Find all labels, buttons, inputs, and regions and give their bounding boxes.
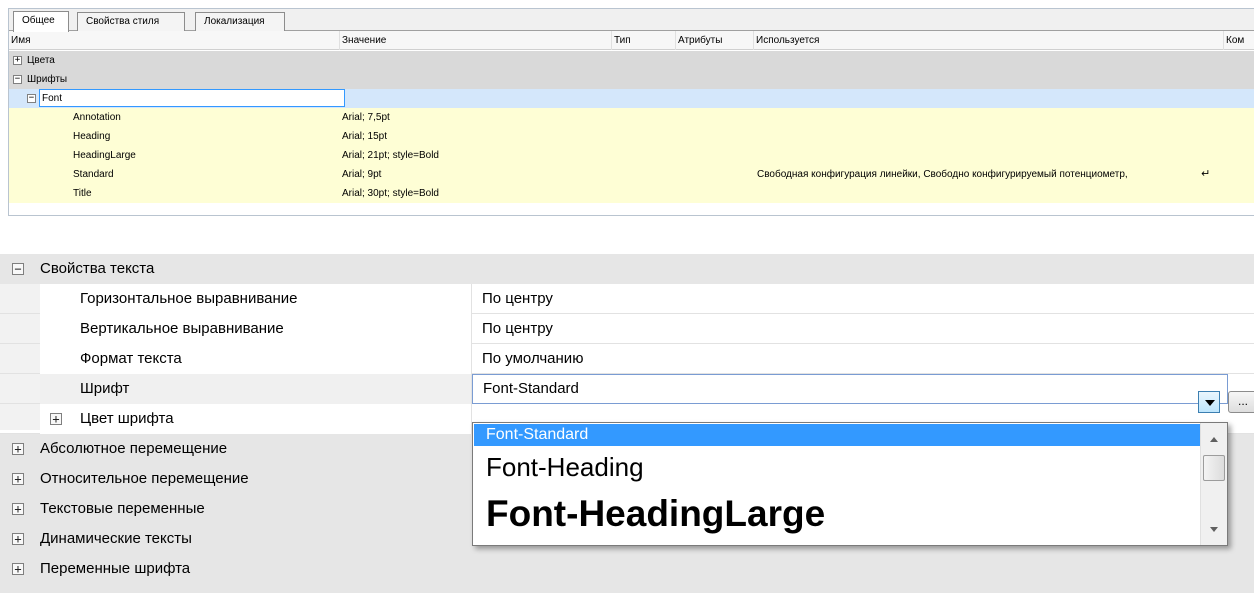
property-row-font[interactable]: Шрифт Font-Standard [0,374,1254,404]
category-label: Текстовые переменные [40,500,205,517]
row-value: Arial; 21pt; style=Bold [342,150,439,161]
property-row-text-format[interactable]: Формат текста По умолчанию [0,344,1254,374]
dropdown-option-font-heading-large[interactable]: Font-HeadingLarge [474,489,1200,539]
row-name: Heading [73,131,111,142]
expand-icon[interactable]: + [12,473,24,485]
scroll-down-icon [1210,527,1218,532]
group-label: Шрифты [27,74,68,85]
dropdown-option-font-heading[interactable]: Font-Heading [474,449,1200,485]
expand-icon[interactable]: + [12,503,24,515]
font-combobox-value: Font-Standard [483,380,579,397]
group-row-fonts[interactable]: − Шрифты [9,70,1254,89]
font-combobox[interactable]: Font-Standard [472,374,1228,404]
column-header-type[interactable]: Тип [611,31,675,50]
scroll-thumb[interactable] [1203,455,1225,481]
row-value: Arial; 9pt [342,169,382,180]
category-font-variables[interactable]: + Переменные шрифта [0,554,1254,593]
tab-style-properties[interactable]: Свойства стиля [77,12,185,31]
font-dropdown-list[interactable]: Font-Standard Font-Heading Font-HeadingL… [472,422,1228,546]
column-header-used[interactable]: Используется [753,31,1223,50]
grid-header: Имя Значение Тип Атрибуты Используется К… [9,31,1254,50]
expand-icon[interactable]: + [50,413,62,425]
expand-icon[interactable]: + [13,56,22,65]
group-label: Цвета [27,55,55,66]
property-label: Шрифт [80,380,130,397]
table-row[interactable]: Annotation Arial; 7,5pt [9,108,1254,127]
property-row-h-align[interactable]: Горизонтальное выравнивание По центру [0,284,1254,314]
category-label: Переменные шрифта [40,560,191,577]
row-value: Arial; 30pt; style=Bold [342,188,439,199]
category-label: Свойства текста [40,260,155,277]
tab-general[interactable]: Общее [13,11,69,32]
dropdown-scrollbar[interactable] [1200,423,1227,545]
property-row-v-align[interactable]: Вертикальное выравнивание По центру [0,314,1254,344]
multiline-icon: ↵ [1201,168,1211,180]
property-label: Формат текста [80,350,182,367]
tab-localization[interactable]: Локализация [195,12,285,31]
tab-strip: Общее Свойства стиля Локализация [9,9,1254,32]
ellipsis-button[interactable]: ... [1228,391,1254,413]
chevron-down-icon [1205,400,1215,406]
collapse-icon[interactable]: − [12,263,24,275]
row-name: Annotation [73,112,121,123]
row-value: Arial; 15pt [342,131,388,142]
property-value[interactable]: По центру [472,284,553,314]
category-label: Абсолютное перемещение [40,440,228,457]
table-row[interactable]: Heading Arial; 15pt [9,127,1254,146]
expand-icon[interactable]: + [12,443,24,455]
property-value[interactable]: По центру [472,314,553,344]
scroll-up-button[interactable] [1201,423,1227,453]
collapse-icon[interactable]: − [27,94,36,103]
scroll-down-button[interactable] [1201,515,1227,545]
table-row[interactable]: Standard Arial; 9pt Свободная конфигурац… [9,165,1254,184]
group-row-colors[interactable]: + Цвета [9,51,1254,70]
group-label: Font [42,93,63,104]
row-used: Свободная конфигурация линейки, Свободно… [757,169,1128,180]
scroll-up-icon [1210,437,1218,442]
style-properties-panel: Общее Свойства стиля Локализация Имя Зна… [8,8,1254,216]
expand-icon[interactable]: + [12,563,24,575]
row-value: Arial; 7,5pt [342,112,390,123]
category-text-properties[interactable]: − Свойства текста [0,254,1254,284]
dropdown-arrow-button[interactable] [1198,391,1220,413]
collapse-icon[interactable]: − [13,75,22,84]
row-name: Title [73,188,92,199]
dropdown-option-font-standard[interactable]: Font-Standard [474,424,1200,446]
table-row[interactable]: HeadingLarge Arial; 21pt; style=Bold [9,146,1254,165]
selection-box [39,89,345,107]
column-header-comment[interactable]: Ком [1223,31,1254,50]
category-label: Динамические тексты [40,530,192,547]
property-value[interactable]: По умолчанию [472,344,583,374]
row-name: Standard [73,169,114,180]
property-label: Цвет шрифта [80,410,174,427]
row-name: HeadingLarge [73,150,136,161]
property-label: Горизонтальное выравнивание [80,290,298,307]
table-row[interactable]: Title Arial; 30pt; style=Bold [9,184,1254,203]
column-header-value[interactable]: Значение [339,31,611,50]
property-label: Вертикальное выравнивание [80,320,284,337]
column-header-attributes[interactable]: Атрибуты [675,31,753,50]
column-header-name[interactable]: Имя [9,31,339,50]
category-label: Относительное перемещение [40,470,249,487]
expand-icon[interactable]: + [12,533,24,545]
group-row-font[interactable]: − Font [9,89,1254,108]
